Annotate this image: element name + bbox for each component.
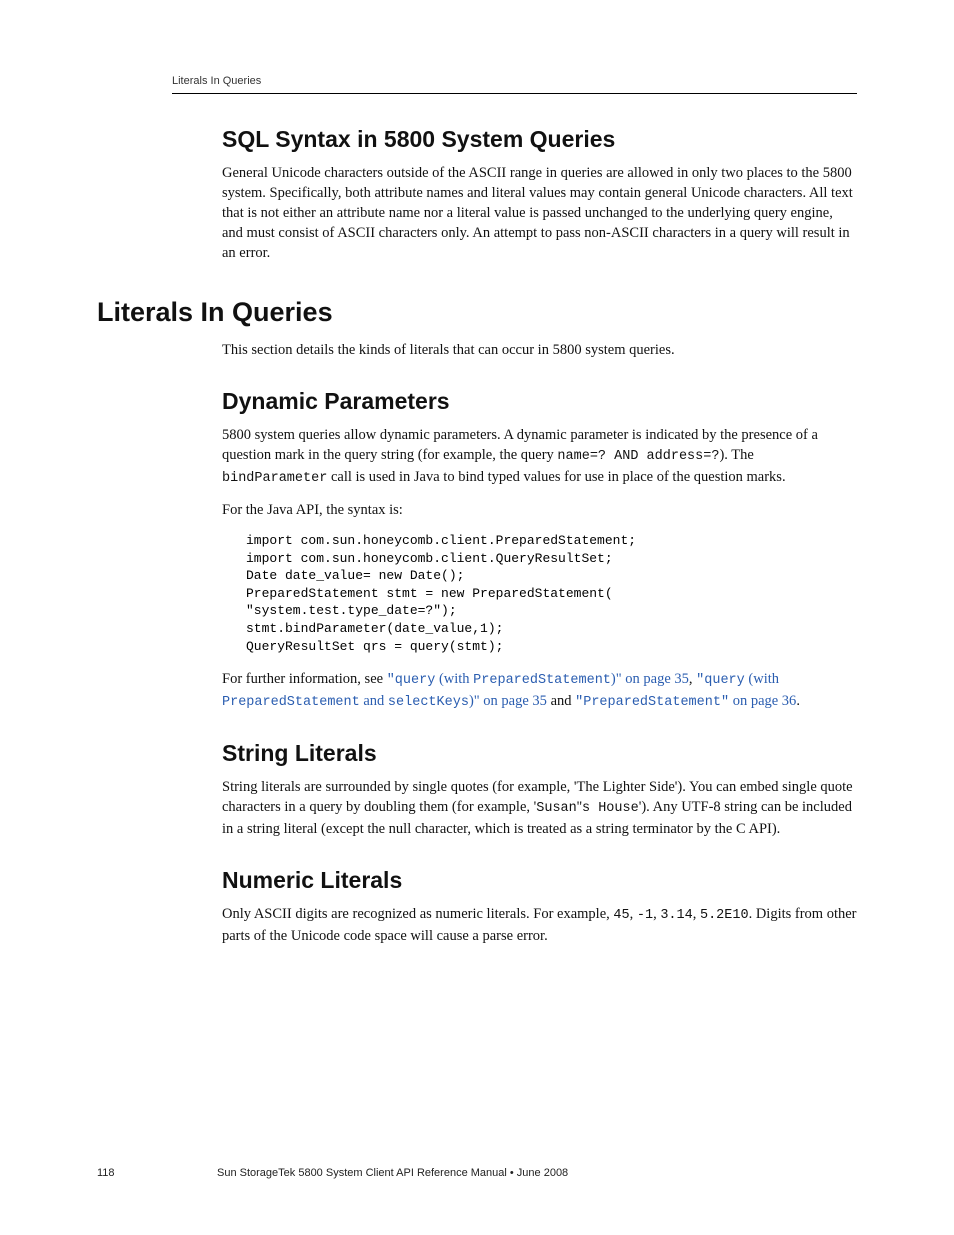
- para-numeric-literals: Only ASCII digits are recognized as nume…: [222, 904, 857, 946]
- heading-sql-syntax: SQL Syntax in 5800 System Queries: [222, 126, 857, 153]
- text: .: [796, 693, 800, 709]
- text: and: [360, 693, 388, 709]
- text: Only ASCII digits are recognized as nume…: [222, 906, 613, 922]
- inline-code: Susan: [536, 801, 577, 816]
- para-literals-intro: This section details the kinds of litera…: [222, 340, 857, 360]
- text: PreparedStatement: [222, 695, 360, 710]
- xref-preparedstatement[interactable]: "PreparedStatement" on page 36: [575, 693, 796, 709]
- inline-code: s House: [582, 801, 639, 816]
- text: For further information, see: [222, 671, 387, 687]
- xref-query-preparedstatement[interactable]: "query (with PreparedStatement)" on page…: [387, 671, 689, 687]
- inline-code: name=? AND address=?: [557, 449, 719, 464]
- heading-literals-in-queries: Literals In Queries: [97, 297, 857, 328]
- text: "query: [387, 673, 436, 688]
- running-header: Literals In Queries: [172, 75, 857, 94]
- page-number: 118: [97, 1167, 217, 1179]
- text: "query: [696, 673, 745, 688]
- inline-code: -1: [637, 908, 653, 923]
- text: PreparedStatement: [473, 673, 611, 688]
- text: on page 36: [729, 693, 796, 709]
- para-sql-syntax: General Unicode characters outside of th…: [222, 163, 857, 263]
- inline-code: bindParameter: [222, 471, 327, 486]
- footer-title: Sun StorageTek 5800 System Client API Re…: [217, 1167, 568, 1179]
- heading-dynamic-parameters: Dynamic Parameters: [222, 388, 857, 415]
- text: ,: [693, 906, 700, 922]
- code-block-java: import com.sun.honeycomb.client.Prepared…: [246, 532, 857, 655]
- para-dynamic-3: For further information, see "query (wit…: [222, 669, 857, 712]
- inline-code: 5.2E10: [700, 908, 749, 923]
- text: and: [547, 693, 575, 709]
- text: (with: [745, 671, 779, 687]
- heading-numeric-literals: Numeric Literals: [222, 867, 857, 894]
- heading-string-literals: String Literals: [222, 740, 857, 767]
- text: )" on page 35: [469, 693, 547, 709]
- text: selectKeys: [388, 695, 469, 710]
- inline-code: 45: [613, 908, 629, 923]
- para-dynamic-1: 5800 system queries allow dynamic parame…: [222, 425, 857, 488]
- para-string-literals: String literals are surrounded by single…: [222, 777, 857, 839]
- text: )" on page 35: [611, 671, 689, 687]
- inline-code: 3.14: [660, 908, 692, 923]
- text: (with: [435, 671, 473, 687]
- para-dynamic-2: For the Java API, the syntax is:: [222, 500, 857, 520]
- page-footer: 118Sun StorageTek 5800 System Client API…: [97, 1167, 857, 1179]
- text: ,: [630, 906, 637, 922]
- text: ). The: [719, 447, 753, 463]
- text: "PreparedStatement": [575, 695, 729, 710]
- text: call is used in Java to bind typed value…: [327, 469, 785, 485]
